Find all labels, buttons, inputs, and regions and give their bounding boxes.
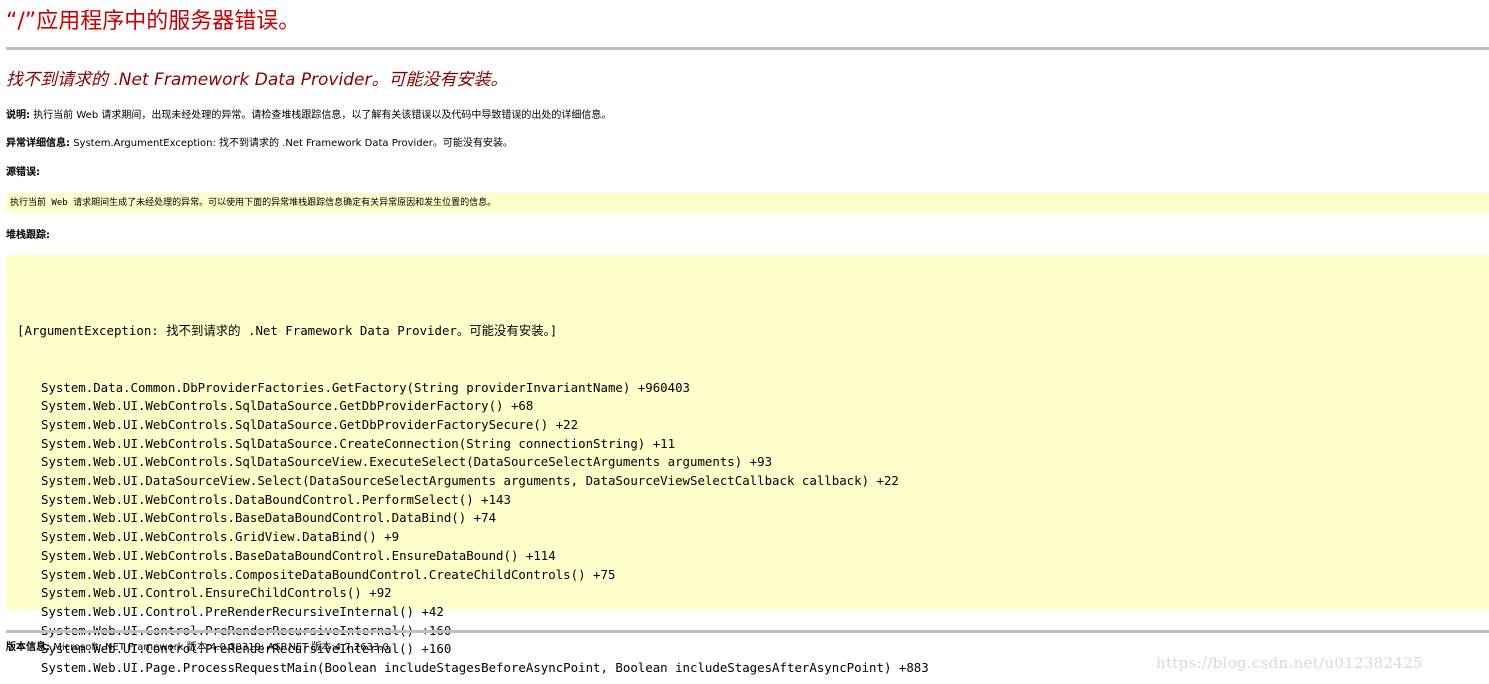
description-line: 说明: 执行当前 Web 请求期间，出现未经处理的异常。请检查堆栈跟踪信息，以了… (6, 109, 611, 123)
footer-divider (6, 630, 1489, 633)
source-error-text: 执行当前 Web 请求期间生成了未经处理的异常。可以使用下面的异常堆栈跟踪信息确… (10, 198, 497, 208)
title-divider (6, 47, 1489, 50)
stack-trace-header: [ArgumentException: 找不到请求的 .Net Framewor… (17, 323, 558, 339)
version-info-label: 版本信息: (6, 642, 50, 653)
error-subtitle: 找不到请求的 .Net Framework Data Provider。可能没有… (6, 70, 508, 90)
stack-frame: System.Web.UI.DataSourceView.Select(Data… (41, 473, 899, 489)
description-label: 说明: (6, 110, 30, 121)
stack-frame: System.Web.UI.WebControls.SqlDataSource.… (41, 416, 579, 432)
stack-frame: System.Web.UI.WebControls.CompositeDataB… (41, 566, 616, 582)
stack-trace-box: [ArgumentException: 找不到请求的 .Net Framewor… (6, 255, 1489, 675)
stack-trace-label: 堆栈跟踪: (6, 230, 50, 241)
stack-frame: System.Web.UI.WebControls.GridView.DataB… (41, 529, 400, 545)
stack-frame: System.Web.UI.WebControls.SqlDataSource.… (41, 398, 534, 414)
stack-frame: System.Web.UI.WebControls.BaseDataBoundC… (41, 547, 556, 563)
source-error-label: 源错误: (6, 167, 40, 178)
stack-frame: System.Web.UI.WebControls.SqlDataSourceV… (41, 454, 773, 470)
exception-details-line: 异常详细信息: System.ArgumentException: 找不到请求的… (6, 137, 513, 151)
error-page: “/”应用程序中的服务器错误。 找不到请求的 .Net Framework Da… (0, 0, 1489, 684)
exception-details-label: 异常详细信息: (6, 138, 70, 149)
stack-frame: System.Web.UI.WebControls.SqlDataSource.… (41, 435, 676, 451)
stack-frame: System.Web.UI.Control.PreRenderRecursive… (41, 603, 444, 619)
page-title: “/”应用程序中的服务器错误。 (6, 9, 301, 34)
exception-details-text: System.ArgumentException: 找不到请求的 .Net Fr… (73, 138, 513, 149)
source-error-heading: 源错误: (6, 166, 40, 180)
stack-frame: System.Web.UI.WebControls.DataBoundContr… (41, 491, 511, 507)
stack-frame: System.Web.UI.Page.ProcessRequestMain(Bo… (41, 660, 929, 676)
description-text: 执行当前 Web 请求期间，出现未经处理的异常。请检查堆栈跟踪信息，以了解有关该… (33, 110, 612, 121)
version-info-line: 版本信息: Microsoft .NET Framework 版本:4.0.30… (6, 641, 389, 655)
stack-trace-code: [ArgumentException: 找不到请求的 .Net Framewor… (17, 285, 929, 678)
version-info-text: Microsoft .NET Framework 版本:4.0.30319; A… (53, 642, 389, 653)
stack-frame: System.Web.UI.Control.EnsureChildControl… (41, 585, 392, 601)
stack-trace-heading: 堆栈跟踪: (6, 229, 50, 243)
stack-frame: System.Web.UI.WebControls.BaseDataBoundC… (41, 510, 497, 526)
watermark: https://blog.csdn.net/u012382425 (1156, 654, 1423, 672)
stack-frame: System.Data.Common.DbProviderFactories.G… (41, 379, 691, 395)
source-error-box: 执行当前 Web 请求期间生成了未经处理的异常。可以使用下面的异常堆栈跟踪信息确… (6, 193, 1489, 213)
